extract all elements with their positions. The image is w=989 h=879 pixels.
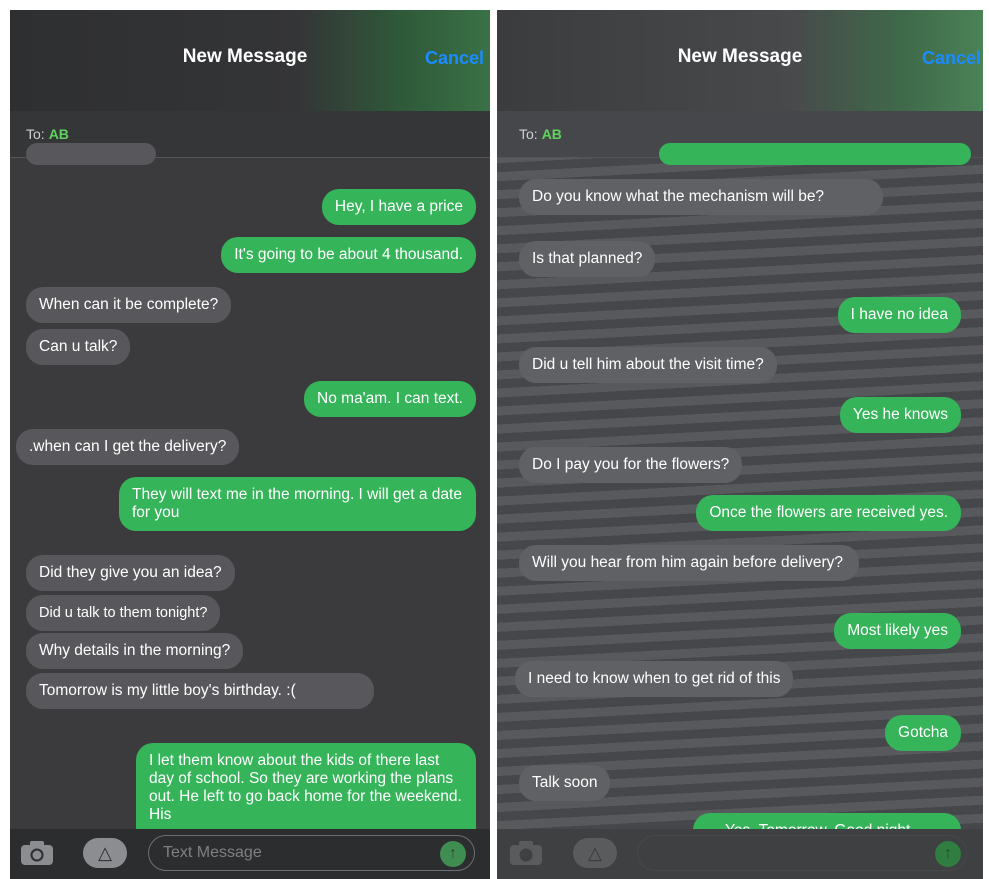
outgoing-bubble: Gotcha <box>885 715 961 751</box>
outgoing-bubble: Hey, I have a price <box>321 189 476 225</box>
incoming-bubble: Tomorrow is my little boy's birthday. :( <box>26 673 374 709</box>
cancel-button[interactable]: Cancel <box>425 48 484 69</box>
incoming-bubble: Did u talk to them tonight? <box>26 595 221 631</box>
app-store-icon[interactable]: △ <box>83 838 127 868</box>
nav-header: New Message Cancel <box>10 10 490 111</box>
to-label: To: <box>26 126 45 142</box>
outgoing-bubble: They will text me in the morning. I will… <box>119 477 476 531</box>
message-thread[interactable]: Do you know what the mechanism will be? … <box>497 143 983 879</box>
left-screenshot: New Message Cancel To: AB Hey, I have a p… <box>10 10 490 879</box>
camera-icon[interactable] <box>509 840 543 866</box>
incoming-bubble: Talk soon <box>519 765 611 801</box>
right-screenshot: New Message Cancel To: AB Do you know wha… <box>497 10 983 879</box>
incoming-bubble: Do I pay you for the flowers? <box>519 447 743 483</box>
incoming-bubble: Can u talk? <box>26 329 131 365</box>
camera-icon[interactable] <box>20 840 54 866</box>
composer-bar: △ ↑ <box>497 829 983 879</box>
incoming-bubble: Will you hear from him again before deli… <box>519 545 859 581</box>
outgoing-bubble: Yes he knows <box>839 397 961 433</box>
cancel-button[interactable]: Cancel <box>922 48 981 69</box>
incoming-bubble: Do you know what the mechanism will be? <box>519 179 883 215</box>
outgoing-bubble: Once the flowers are received yes. <box>696 495 961 531</box>
page-title: New Message <box>677 46 803 67</box>
outgoing-bubble-partial <box>659 143 971 165</box>
outgoing-bubble: It's going to be about 4 thousand. <box>221 237 476 273</box>
message-thread[interactable]: Hey, I have a price It's going to be abo… <box>10 143 490 879</box>
message-input[interactable] <box>148 835 475 871</box>
recipient-name[interactable]: AB <box>49 126 69 142</box>
incoming-bubble: Why details in the morning? <box>26 633 244 669</box>
outgoing-bubble: No ma'am. I can text. <box>304 381 476 417</box>
incoming-bubble: When can it be complete? <box>26 287 232 323</box>
incoming-bubble-partial <box>26 143 156 165</box>
composer-bar: △ ↑ <box>10 829 490 879</box>
page-title: New Message <box>182 46 308 67</box>
incoming-bubble: I need to know when to get rid of this <box>515 661 794 697</box>
recipient-name[interactable]: AB <box>542 126 562 142</box>
nav-header: New Message Cancel <box>497 10 983 111</box>
incoming-bubble: Did u tell him about the visit time? <box>519 347 777 383</box>
send-arrow-icon[interactable]: ↑ <box>935 841 961 867</box>
to-label: To: <box>519 126 538 142</box>
send-arrow-icon[interactable]: ↑ <box>440 841 466 867</box>
outgoing-bubble: Most likely yes <box>834 613 961 649</box>
incoming-bubble: .when can I get the delivery? <box>16 429 240 465</box>
incoming-bubble: Is that planned? <box>519 241 656 277</box>
message-input[interactable] <box>637 835 967 871</box>
incoming-bubble: Did they give you an idea? <box>26 555 235 591</box>
outgoing-bubble: I have no idea <box>837 297 961 333</box>
app-store-icon[interactable]: △ <box>573 838 617 868</box>
